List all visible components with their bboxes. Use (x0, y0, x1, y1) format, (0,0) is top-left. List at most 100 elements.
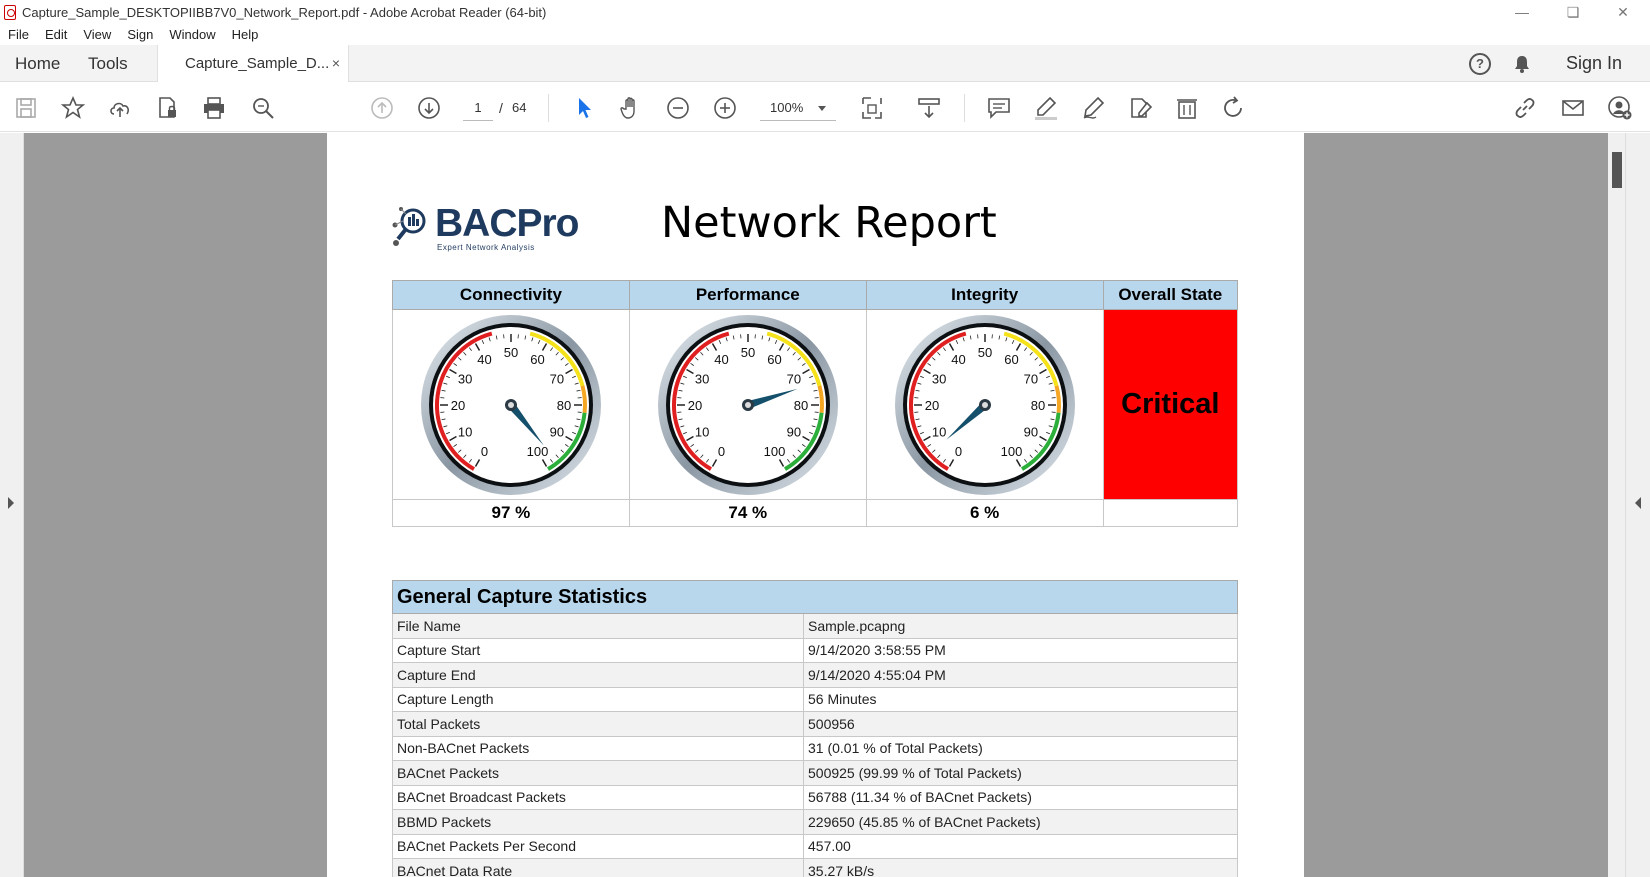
restore-button[interactable]: ❏ (1550, 0, 1596, 24)
close-tab-icon[interactable]: × (332, 45, 340, 82)
hand-icon (620, 97, 635, 119)
stat-value: 457.00 (803, 833, 1238, 859)
minimize-button[interactable]: — (1499, 0, 1545, 24)
tab-home[interactable]: Home (15, 45, 60, 82)
pen-icon (1083, 96, 1105, 119)
upload-button[interactable] (106, 94, 134, 122)
comment-icon (988, 98, 1010, 119)
mail-icon (1562, 100, 1584, 116)
notification-bell-icon[interactable] (1514, 55, 1530, 73)
gauge-tick-label: 80 (1030, 398, 1044, 413)
gauge-tick-label: 0 (481, 443, 488, 458)
stat-value: 500956 (803, 711, 1238, 737)
edit-pdf-button[interactable] (1126, 94, 1154, 122)
page-display-button[interactable] (858, 94, 886, 122)
gauge-tick-label: 60 (1004, 352, 1018, 367)
expand-left-pane-icon[interactable] (8, 497, 14, 509)
gauge-tick-label: 100 (527, 443, 549, 458)
tab-tools[interactable]: Tools (88, 45, 128, 82)
gauge-tick-label: 10 (932, 424, 946, 439)
select-tool-button[interactable] (570, 94, 598, 122)
gauge-header-connectivity: Connectivity (392, 280, 630, 310)
scroll-down-icon (918, 98, 940, 119)
draw-button[interactable] (1079, 94, 1107, 122)
menu-sign[interactable]: Sign (119, 27, 161, 42)
help-icon[interactable]: ? (1469, 53, 1491, 75)
email-button[interactable] (1559, 94, 1587, 122)
table-row: Capture Start 9/14/2020 3:58:55 PM (392, 637, 1238, 663)
zoom-out-button[interactable] (664, 94, 692, 122)
pdf-page: BACPro Expert Network Analysis Network R… (327, 133, 1304, 877)
gauge-value-performance: 74 % (628, 499, 867, 527)
gauge-tick-label: 30 (932, 371, 946, 386)
share-link-button[interactable] (1511, 94, 1539, 122)
comment-button[interactable] (985, 94, 1013, 122)
stat-label: BBMD Packets (392, 809, 804, 835)
gauge-tick-label: 10 (695, 424, 709, 439)
gauge-tick-label: 50 (977, 345, 991, 360)
logo-tagline: Expert Network Analysis (437, 243, 535, 252)
tab-document[interactable]: Capture_Sample_D... × (157, 45, 349, 83)
user-add-icon (1608, 96, 1632, 120)
save-button[interactable] (12, 94, 40, 122)
vertical-scrollbar[interactable] (1608, 133, 1625, 877)
trash-icon (1177, 99, 1197, 119)
bookmark-button[interactable] (59, 94, 87, 122)
table-row: BACnet Broadcast Packets 56788 (11.34 % o… (392, 784, 1238, 810)
gauge-tick-label: 20 (688, 398, 702, 413)
gauge-tick-label: 40 (951, 352, 965, 367)
menu-file[interactable]: File (0, 27, 37, 42)
logo-wordmark: BACPro (435, 202, 580, 245)
stats-title: General Capture Statistics (392, 580, 1238, 614)
save-icon (16, 98, 36, 118)
menu-window[interactable]: Window (161, 27, 223, 42)
connectivity-gauge: 0 10 20 30 40 50 60 70 80 90100 (420, 314, 601, 495)
menu-help[interactable]: Help (224, 27, 267, 42)
table-row: Total Packets 500956 (392, 711, 1238, 737)
sign-in-link[interactable]: Sign In (1566, 45, 1622, 82)
rotate-button[interactable] (1220, 94, 1248, 122)
gauge-tick-label: 30 (695, 371, 709, 386)
close-window-button[interactable]: ✕ (1600, 0, 1646, 24)
gauge-cell-performance: 0 10 20 30 40 50 60 70 80 90 100 (628, 309, 867, 500)
stat-label: Non-BACnet Packets (392, 735, 804, 761)
stats-body: File Name Sample.pcapng Capture Start 9/14/… (392, 613, 1238, 877)
scrolling-mode-button[interactable] (915, 94, 943, 122)
menu-edit[interactable]: Edit (37, 27, 75, 42)
toolbar-divider (964, 94, 965, 122)
previous-page-button[interactable] (368, 94, 396, 122)
zoom-level-select[interactable]: 100% (760, 95, 836, 121)
stat-value: 56 Minutes (803, 686, 1238, 712)
stat-label: Total Packets (392, 711, 804, 737)
general-capture-statistics-table: General Capture Statistics File Name Samp… (392, 580, 1238, 877)
stat-label: BACnet Data Rate (392, 858, 804, 877)
zoom-in-button[interactable] (711, 94, 739, 122)
account-share-button[interactable] (1606, 94, 1634, 122)
report-title: Network Report (661, 198, 997, 248)
hand-tool-button[interactable] (617, 94, 645, 122)
delete-button[interactable] (1173, 94, 1201, 122)
left-navigation-pane[interactable] (0, 133, 24, 877)
stat-label: Capture Length (392, 686, 804, 712)
gauge-tick-label: 100 (1000, 443, 1022, 458)
stat-label: BACnet Packets (392, 760, 804, 786)
star-icon (60, 95, 86, 119)
gauge-header-performance: Performance (628, 280, 867, 310)
highlight-button[interactable] (1032, 94, 1060, 122)
gauge-hub-center (744, 401, 751, 408)
find-button[interactable] (249, 94, 277, 122)
next-page-button[interactable] (415, 94, 443, 122)
gauge-tick-label: 100 (763, 443, 785, 458)
print-button[interactable] (200, 94, 228, 122)
menu-view[interactable]: View (75, 27, 119, 42)
file-lock-icon (159, 97, 176, 118)
protect-button[interactable] (153, 94, 181, 122)
scrollbar-thumb[interactable] (1612, 152, 1622, 188)
table-row: BACnet Data Rate 35.27 kB/s (392, 858, 1238, 877)
expand-right-pane-icon[interactable] (1635, 497, 1641, 509)
page-number-input[interactable]: 1 (463, 95, 493, 121)
gauge-value-connectivity: 97 % (392, 499, 630, 527)
right-tools-pane[interactable] (1625, 133, 1650, 877)
page-fit-icon (862, 97, 882, 119)
table-row: BACnet Packets Per Second 457.00 (392, 833, 1238, 859)
